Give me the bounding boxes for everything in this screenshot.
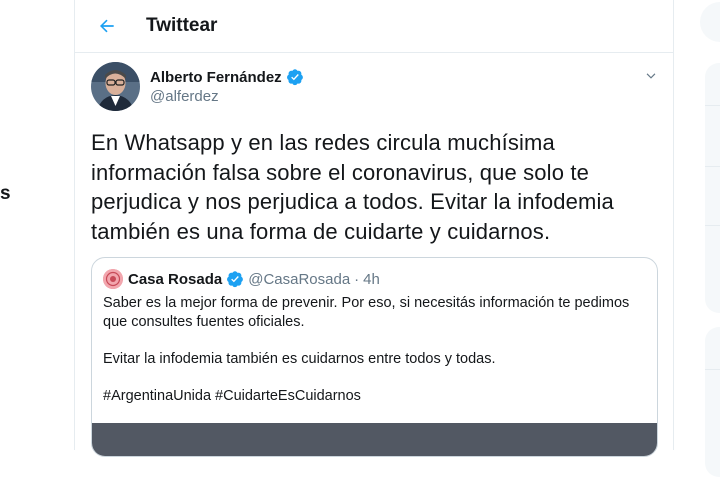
tweet-author-handle[interactable]: @alferdez xyxy=(150,88,219,105)
back-button[interactable] xyxy=(93,12,121,40)
quoted-header: Casa Rosada @CasaRosada · 4h xyxy=(128,270,380,288)
divider xyxy=(705,225,720,226)
quoted-author-name[interactable]: Casa Rosada xyxy=(128,271,222,288)
author-name-text: Alberto Fernández xyxy=(150,68,282,86)
quoted-paragraph: Evitar la infodemia también es cuidarnos… xyxy=(103,351,496,367)
page-header: Twittear xyxy=(75,0,673,53)
quoted-timestamp: 4h xyxy=(363,270,380,288)
right-sidebar xyxy=(700,0,720,477)
avatar[interactable] xyxy=(91,62,140,111)
quoted-author-handle: @CasaRosada xyxy=(248,270,351,288)
page-title: Twittear xyxy=(146,15,218,36)
quoted-text: Saber es la mejor forma de prevenir. Por… xyxy=(103,294,648,424)
chevron-down-icon xyxy=(646,73,656,79)
verified-badge-icon xyxy=(227,271,244,288)
left-nav-partial-label: s xyxy=(0,183,11,204)
quoted-media-preview[interactable] xyxy=(92,423,657,456)
who-to-follow-panel xyxy=(705,327,720,477)
tweet-detail-column: Twittear Alberto Fernández @alferdez En … xyxy=(74,0,674,457)
quoted-separator: · xyxy=(354,270,360,288)
divider xyxy=(705,166,720,167)
search-box[interactable] xyxy=(700,2,720,42)
quoted-tweet[interactable]: Casa Rosada @CasaRosada · 4h Saber es la… xyxy=(91,257,658,457)
tweet-author-name[interactable]: Alberto Fernández xyxy=(150,68,304,86)
more-options-button[interactable] xyxy=(641,66,661,86)
quoted-paragraph: Saber es la mejor forma de prevenir. Por… xyxy=(103,295,630,330)
arrow-left-icon xyxy=(100,19,114,33)
quoted-avatar xyxy=(103,269,123,289)
trends-panel xyxy=(705,63,720,313)
divider xyxy=(705,105,720,106)
quoted-hashtags: #ArgentinaUnida #CuidarteEsCuidarnos xyxy=(103,388,361,404)
verified-badge-icon xyxy=(286,69,303,86)
divider xyxy=(705,369,720,370)
tweet-text: En Whatsapp y en las redes circula muchí… xyxy=(91,130,614,244)
